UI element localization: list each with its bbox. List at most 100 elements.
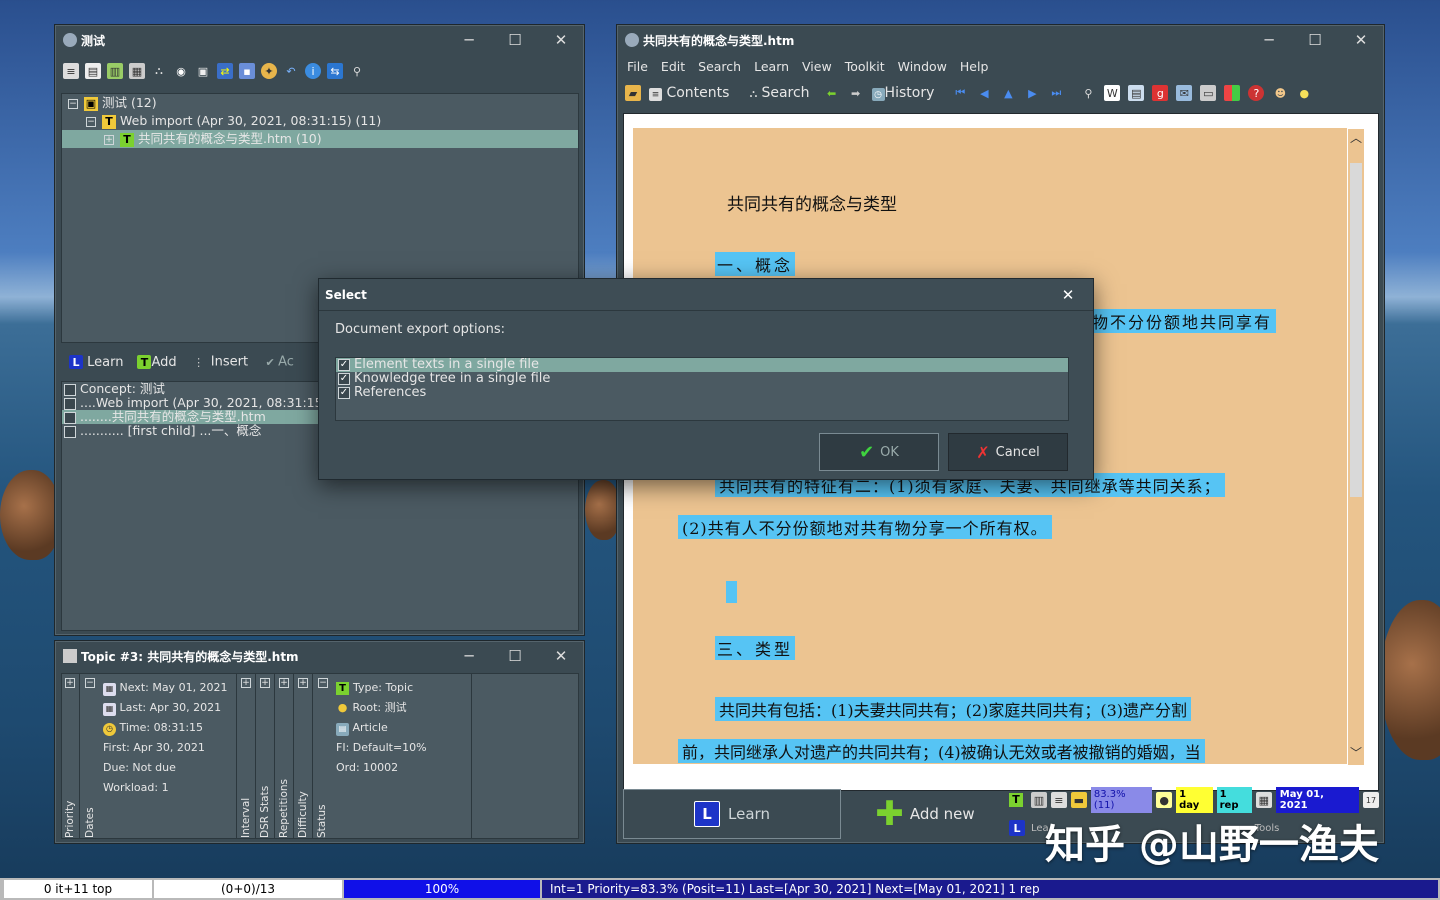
lightbulb-icon[interactable]: ● [1296, 85, 1312, 101]
expand-icon[interactable]: + [104, 134, 114, 145]
prev-icon[interactable]: ◀ [976, 85, 992, 101]
main-toolbar: ▰ ≡ Contents ⛬ Search ⬅ ➡ ◷ History ⏮ ◀ ▲ … [617, 77, 1384, 109]
google-icon[interactable]: g [1152, 85, 1169, 101]
paste-icon[interactable]: ▦ [129, 63, 145, 79]
dialog-close-button[interactable]: ✕ [1043, 286, 1093, 304]
next-icon[interactable]: ▶ [1024, 85, 1040, 101]
expand-icon[interactable]: + [65, 678, 75, 688]
background-rock [0, 470, 60, 560]
status-label: Status [316, 804, 328, 838]
expand-icon[interactable]: + [298, 678, 308, 688]
wiki-icon[interactable]: W [1104, 85, 1121, 101]
checkbox-checked[interactable]: ✓ [338, 386, 350, 399]
last-icon[interactable]: ⏭ [1048, 85, 1064, 101]
tree-node-web-import[interactable]: − T Web import (Apr 30, 2021, 08:31:15) (1… [62, 112, 578, 130]
tree-icon: ▥ [1030, 792, 1047, 808]
maximize-button[interactable]: ☐ [492, 641, 538, 671]
close-button[interactable]: ✕ [538, 25, 584, 55]
menu-search[interactable]: Search [698, 59, 741, 74]
collapse-icon[interactable]: − [85, 678, 95, 688]
back-arrow-icon[interactable]: ⬅ [824, 85, 840, 101]
menu-edit[interactable]: Edit [661, 59, 685, 74]
search-icon[interactable]: ⚲ [349, 63, 365, 79]
learn-icon[interactable]: L [1009, 820, 1025, 836]
windows-icon[interactable] [1224, 85, 1241, 101]
collapse-icon[interactable]: − [86, 116, 96, 127]
bottom-learn-button[interactable]: L Learn [623, 789, 841, 839]
cancel-button[interactable]: ✗ Cancel [948, 433, 1068, 471]
film-icon[interactable]: ▣ [195, 63, 211, 79]
checkbox-checked[interactable]: ✓ [338, 372, 350, 385]
note-icon[interactable]: ▤ [85, 63, 101, 79]
transfer-icon[interactable]: ⇄ [217, 63, 233, 79]
cog-icon[interactable]: ✦ [261, 63, 277, 79]
search-button[interactable]: ⛬ Search [745, 85, 810, 102]
user-icon[interactable]: ☻ [1272, 85, 1288, 101]
minimize-button[interactable]: ─ [446, 25, 492, 55]
interval-label: Interval [240, 797, 252, 838]
menu-help[interactable]: Help [960, 59, 989, 74]
menu-toolkit[interactable]: Toolkit [845, 59, 885, 74]
menu-view[interactable]: View [802, 59, 832, 74]
minimize-button[interactable]: ─ [446, 641, 492, 671]
first-icon[interactable]: ⏮ [952, 85, 968, 101]
folder-icon[interactable]: ▰ [625, 85, 641, 101]
collapse-icon[interactable]: − [318, 678, 328, 688]
swap-icon[interactable]: ⇆ [327, 63, 343, 79]
save-icon[interactable]: ▪ [239, 63, 255, 79]
zoom-icon[interactable]: ⚲ [1080, 85, 1096, 101]
info-icon[interactable]: i [305, 63, 321, 79]
undo-icon[interactable]: ↶ [283, 63, 299, 79]
up-icon[interactable]: ▲ [1000, 85, 1016, 101]
dictionary-icon[interactable]: ▤ [1128, 85, 1145, 101]
expand-icon[interactable]: + [279, 678, 289, 688]
interval-stat: 1 day [1176, 787, 1213, 813]
binoculars-icon[interactable]: ⛬ [151, 63, 167, 79]
right-window-titlebar[interactable]: 共同共有的概念与类型.htm ─ ☐ ✕ [617, 25, 1384, 55]
row-checkbox[interactable] [64, 397, 76, 410]
accept-action[interactable]: ✔ Ac [262, 354, 293, 370]
help-icon[interactable]: ? [1248, 85, 1265, 101]
expand-icon[interactable]: + [260, 678, 270, 688]
menu-file[interactable]: File [627, 59, 648, 74]
close-button[interactable]: ✕ [1338, 25, 1384, 55]
scroll-up-arrow[interactable]: ︿ [1348, 129, 1364, 149]
insert-action[interactable]: ⋮ Insert [191, 354, 248, 370]
add-action[interactable]: T Add [137, 355, 177, 370]
mail-icon[interactable]: ✉ [1176, 85, 1193, 101]
menu-window[interactable]: Window [898, 59, 947, 74]
copy-icon[interactable]: ▥ [107, 63, 123, 79]
contents-button[interactable]: ≡ Contents [649, 85, 729, 102]
add-new-button[interactable]: ✚ Add new [845, 789, 1005, 839]
scroll-down-arrow[interactable]: ﹀ [1348, 744, 1364, 761]
scroll-thumb[interactable] [1350, 163, 1362, 497]
history-button[interactable]: ◷ History [871, 85, 934, 102]
vertical-scrollbar[interactable]: ︿ ﹀ [1348, 129, 1364, 765]
checkbox-checked[interactable]: ✓ [338, 358, 350, 371]
menu-learn[interactable]: Learn [754, 59, 789, 74]
eye-icon[interactable]: ◉ [173, 63, 189, 79]
forward-arrow-icon[interactable]: ➡ [848, 85, 864, 101]
maximize-button[interactable]: ☐ [1292, 25, 1338, 55]
tree-node-root[interactable]: − ▣ 测试 (12) [62, 94, 578, 112]
row-checkbox[interactable] [64, 425, 76, 438]
ok-button[interactable]: ✔ OK [819, 433, 939, 471]
insert-icon: ⋮ [193, 355, 205, 369]
print-icon[interactable]: ▭ [1200, 85, 1217, 101]
option-references[interactable]: ✓ References [336, 386, 1068, 400]
row-checkbox[interactable] [64, 411, 76, 424]
expand-icon[interactable]: + [241, 678, 251, 688]
row-checkbox[interactable] [64, 383, 76, 396]
list-icon[interactable]: ≡ [63, 63, 79, 79]
left-window-titlebar[interactable]: 测试 ─ ☐ ✕ [55, 25, 584, 55]
collapse-icon[interactable]: − [68, 98, 78, 109]
close-button[interactable]: ✕ [538, 641, 584, 671]
tree-node-article[interactable]: + T 共同共有的概念与类型.htm (10) [62, 130, 578, 148]
maximize-button[interactable]: ☐ [492, 25, 538, 55]
topic-window-titlebar[interactable]: Topic #3: 共同共有的概念与类型.htm ─ ☐ ✕ [55, 641, 584, 671]
option-element-texts[interactable]: ✓ Element texts in a single file [336, 358, 1068, 372]
dialog-titlebar[interactable]: Select ✕ [319, 279, 1093, 311]
option-knowledge-tree[interactable]: ✓ Knowledge tree in a single file [336, 372, 1068, 386]
minimize-button[interactable]: ─ [1246, 25, 1292, 55]
learn-action[interactable]: L Learn [69, 355, 123, 370]
